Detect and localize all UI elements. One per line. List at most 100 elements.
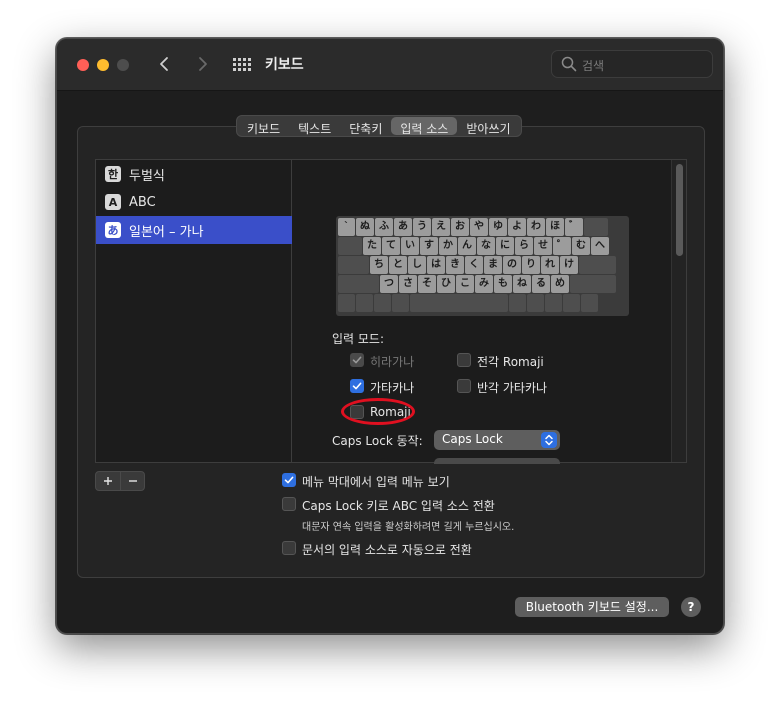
tab-bar: 키보드 텍스트 단축키 입력 소스 받아쓰기 xyxy=(236,115,522,137)
keyboard-key: る xyxy=(532,275,550,293)
keyboard-key: き xyxy=(446,256,464,274)
list-item-japanese-kana[interactable]: あ 일본어 – 가나 xyxy=(96,216,292,244)
keyboard-key: み xyxy=(475,275,493,293)
halfwidth-katakana-checkbox[interactable] xyxy=(457,379,471,393)
keyboard-key: た xyxy=(363,237,381,255)
fullwidth-romaji-label: 전각 Romaji xyxy=(477,355,544,369)
back-button[interactable] xyxy=(153,52,177,76)
keyboard-key: む xyxy=(572,237,590,255)
search-field[interactable]: 검색 xyxy=(551,50,713,78)
chevron-left-icon xyxy=(160,57,168,71)
partial-popup xyxy=(434,458,560,464)
caps-lock-popup[interactable]: Caps Lock xyxy=(434,430,560,450)
tab-keyboard[interactable]: 키보드 xyxy=(238,117,289,136)
keyboard-key: ゜ xyxy=(553,237,571,255)
keyboard-key: ふ xyxy=(375,218,393,236)
keyboard-key xyxy=(338,237,362,255)
keyboard-key: ち xyxy=(370,256,388,274)
hangul-icon: 한 xyxy=(105,166,121,182)
keyboard-key xyxy=(374,294,391,312)
keyboard-row: ちとしはきくまのりれけ xyxy=(338,256,627,274)
keyboard-row: ` ぬふあうえおやゆよわほ゛ xyxy=(338,218,627,236)
titlebar: 키보드 검색 xyxy=(57,39,723,91)
scrollbar[interactable] xyxy=(671,160,686,462)
keyboard-key: わ xyxy=(527,218,545,236)
halfwidth-katakana-label: 반각 가타카나 xyxy=(477,381,548,395)
chevron-right-icon xyxy=(199,57,207,71)
bluetooth-keyboard-button[interactable]: Bluetooth 키보드 설정... xyxy=(515,597,669,617)
keyboard-row: たていすかんなにらせ゜むへ xyxy=(338,237,627,255)
tab-dictation[interactable]: 받아쓰기 xyxy=(457,117,519,136)
keyboard-key xyxy=(356,294,373,312)
close-button[interactable] xyxy=(77,59,89,71)
keyboard-key xyxy=(338,294,355,312)
preferences-window: 키보드 검색 키보드 텍스트 단축키 입력 소스 받아쓰기 한 두벌식 A AB… xyxy=(56,38,724,634)
checkmark-icon xyxy=(284,476,294,484)
keyboard-row xyxy=(338,294,627,312)
keyboard-key xyxy=(570,275,616,293)
keyboard-key: れ xyxy=(541,256,559,274)
keyboard-key: よ xyxy=(508,218,526,236)
keyboard-key: も xyxy=(494,275,512,293)
minimize-button[interactable] xyxy=(97,59,109,71)
keyboard-key: ぬ xyxy=(356,218,374,236)
show-input-menu-checkbox[interactable] xyxy=(282,473,296,487)
tab-shortcuts[interactable]: 단축키 xyxy=(340,117,391,136)
keyboard-key: ほ xyxy=(546,218,564,236)
add-remove-control xyxy=(95,471,145,491)
search-icon xyxy=(561,56,577,72)
caps-lock-label: Caps Lock 동작: xyxy=(332,434,423,448)
list-item-abc[interactable]: A ABC xyxy=(96,188,292,216)
keyboard-row: つさそひこみもねるめ xyxy=(338,275,627,293)
tab-text[interactable]: 텍스트 xyxy=(289,117,340,136)
keyboard-key: お xyxy=(451,218,469,236)
source-label: 두벌식 xyxy=(129,168,165,184)
abc-icon: A xyxy=(105,194,121,210)
scroll-thumb[interactable] xyxy=(676,164,683,256)
keyboard-key: め xyxy=(551,275,569,293)
remove-source-button[interactable] xyxy=(120,472,144,490)
keyboard-key: ら xyxy=(515,237,533,255)
keyboard-key xyxy=(581,294,598,312)
keyboard-key: ひ xyxy=(437,275,455,293)
keyboard-key: ゆ xyxy=(489,218,507,236)
keyboard-key: な xyxy=(477,237,495,255)
keyboard-key: て xyxy=(382,237,400,255)
keyboard-key: え xyxy=(432,218,450,236)
keyboard-key xyxy=(338,256,369,274)
list-item-dubeolsik[interactable]: 한 두벌식 xyxy=(96,160,292,188)
keyboard-key xyxy=(545,294,562,312)
add-source-button[interactable] xyxy=(96,472,120,490)
keyboard-key: い xyxy=(401,237,419,255)
checkmark-icon xyxy=(352,382,362,390)
checkmark-icon xyxy=(352,356,362,364)
keyboard-key xyxy=(527,294,544,312)
source-label: 일본어 – 가나 xyxy=(129,224,204,240)
caps-lock-switch-checkbox[interactable] xyxy=(282,497,296,511)
keyboard-key xyxy=(584,218,608,236)
tab-input-sources[interactable]: 입력 소스 xyxy=(391,117,458,136)
keyboard-layout-preview: ` ぬふあうえおやゆよわほ゛たていすかんなにらせ゜むへちとしはきくまのりれけつさそ… xyxy=(336,216,629,316)
keyboard-key: ゛ xyxy=(565,218,583,236)
keyboard-key: こ xyxy=(456,275,474,293)
help-button[interactable]: ? xyxy=(681,597,701,617)
katakana-checkbox[interactable] xyxy=(350,379,364,393)
keyboard-key xyxy=(579,256,616,274)
show-input-menu-label: 메뉴 막대에서 입력 메뉴 보기 xyxy=(302,475,450,489)
fullwidth-romaji-checkbox[interactable] xyxy=(457,353,471,367)
hiragana-checkbox xyxy=(350,353,364,367)
show-all-button[interactable] xyxy=(231,55,253,75)
keyboard-key: せ xyxy=(534,237,552,255)
caps-lock-switch-note: 대문자 연속 입력을 활성화하려면 길게 누르십시오. xyxy=(302,522,515,533)
katakana-label: 가타카나 xyxy=(370,381,415,395)
forward-button[interactable] xyxy=(190,52,214,76)
input-modes-label: 입력 모드: xyxy=(332,332,385,346)
zoom-button[interactable] xyxy=(117,59,129,71)
keyboard-key: は xyxy=(427,256,445,274)
keyboard-key: さ xyxy=(399,275,417,293)
keyboard-key: ん xyxy=(458,237,476,255)
auto-switch-checkbox[interactable] xyxy=(282,541,296,555)
window-title: 키보드 xyxy=(265,57,304,73)
keyboard-key: し xyxy=(408,256,426,274)
keyboard-key: り xyxy=(522,256,540,274)
